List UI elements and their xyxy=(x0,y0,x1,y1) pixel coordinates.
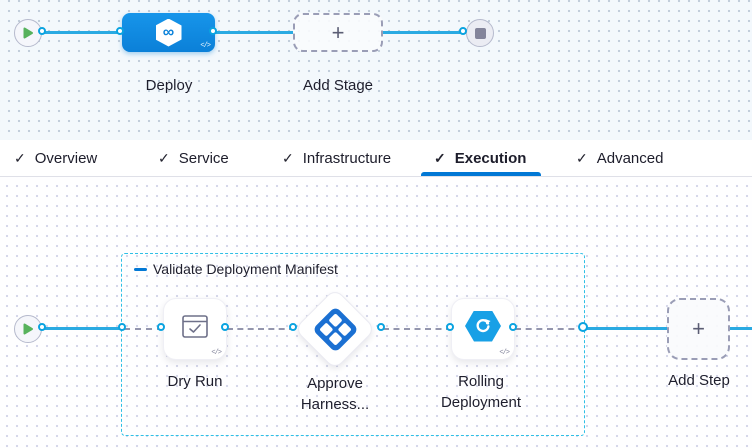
step-node-rolling-deployment[interactable]: </> xyxy=(451,298,515,360)
rolling-deployment-icon xyxy=(465,311,501,342)
tab-label: Service xyxy=(179,150,229,167)
add-step-label: Add Step xyxy=(658,370,740,391)
stage-pipeline-canvas: ∞ </> + Deploy Add Stage xyxy=(0,0,752,140)
tab-label: Infrastructure xyxy=(303,150,391,167)
check-icon: ✓ xyxy=(576,150,588,167)
connector-point xyxy=(157,323,165,331)
tab-infrastructure[interactable]: ✓ Infrastructure xyxy=(282,140,391,176)
execution-graph-canvas: Validate Deployment Manifest </> xyxy=(0,177,752,448)
step-label: Rolling Deployment xyxy=(430,371,532,413)
step-group-label: Validate Deployment Manifest xyxy=(153,261,338,277)
step-node-dry-run[interactable]: </> xyxy=(163,298,227,360)
dry-run-icon xyxy=(182,315,208,339)
step-label: Approve Harness... xyxy=(285,373,385,415)
play-icon xyxy=(22,322,34,336)
harness-cd-icon: ∞ xyxy=(156,19,182,47)
plus-icon: + xyxy=(692,318,705,340)
connector-line xyxy=(585,327,667,330)
group-exit-connector-point xyxy=(578,322,588,332)
connector-point xyxy=(459,27,467,35)
check-icon: ✓ xyxy=(158,150,170,167)
connector-line xyxy=(44,327,121,330)
connector-point xyxy=(116,27,124,35)
connector-point xyxy=(209,27,217,35)
check-icon: ✓ xyxy=(14,150,26,167)
connector-point xyxy=(289,323,297,331)
tab-overview[interactable]: ✓ Overview xyxy=(14,140,97,176)
tab-advanced[interactable]: ✓ Advanced xyxy=(576,140,663,176)
check-icon: ✓ xyxy=(282,150,294,167)
code-icon: </> xyxy=(200,42,210,50)
connector-point xyxy=(38,27,46,35)
tab-service[interactable]: ✓ Service xyxy=(158,140,229,176)
add-stage-label: Add Stage xyxy=(296,75,380,96)
add-stage-button[interactable]: + xyxy=(293,13,383,52)
active-tab-indicator xyxy=(421,172,541,176)
dashed-connector xyxy=(383,328,452,330)
connector-point xyxy=(221,323,229,331)
connector-point xyxy=(446,323,454,331)
pipeline-end-node[interactable] xyxy=(466,19,494,47)
dashed-connector xyxy=(515,328,585,330)
step-label: Dry Run xyxy=(151,371,239,392)
connector-line xyxy=(215,31,293,34)
check-icon: ✓ xyxy=(434,150,446,167)
stage-label: Deploy xyxy=(124,75,214,96)
tab-label: Overview xyxy=(35,150,98,167)
connector-point xyxy=(118,323,126,331)
play-icon xyxy=(22,26,34,40)
stage-node-deploy[interactable]: ∞ </> xyxy=(122,13,215,52)
connector-line xyxy=(730,327,752,330)
add-step-button[interactable]: + xyxy=(667,298,730,360)
stage-config-tabs: ✓ Overview ✓ Service ✓ Infrastructure ✓ … xyxy=(0,140,752,177)
collapse-icon xyxy=(134,268,147,271)
tab-label: Execution xyxy=(455,150,527,167)
tab-execution[interactable]: ✓ Execution xyxy=(434,140,526,176)
code-icon: </> xyxy=(211,349,221,357)
connector-point xyxy=(377,323,385,331)
code-icon: </> xyxy=(499,349,509,357)
connector-line xyxy=(44,31,122,34)
dashed-connector xyxy=(227,328,295,330)
connector-point xyxy=(509,323,517,331)
step-group-header[interactable]: Validate Deployment Manifest xyxy=(134,261,338,277)
connector-point xyxy=(38,323,46,331)
stop-icon xyxy=(475,28,486,39)
plus-icon: + xyxy=(332,22,345,44)
connector-line xyxy=(383,31,466,34)
tab-label: Advanced xyxy=(597,150,664,167)
